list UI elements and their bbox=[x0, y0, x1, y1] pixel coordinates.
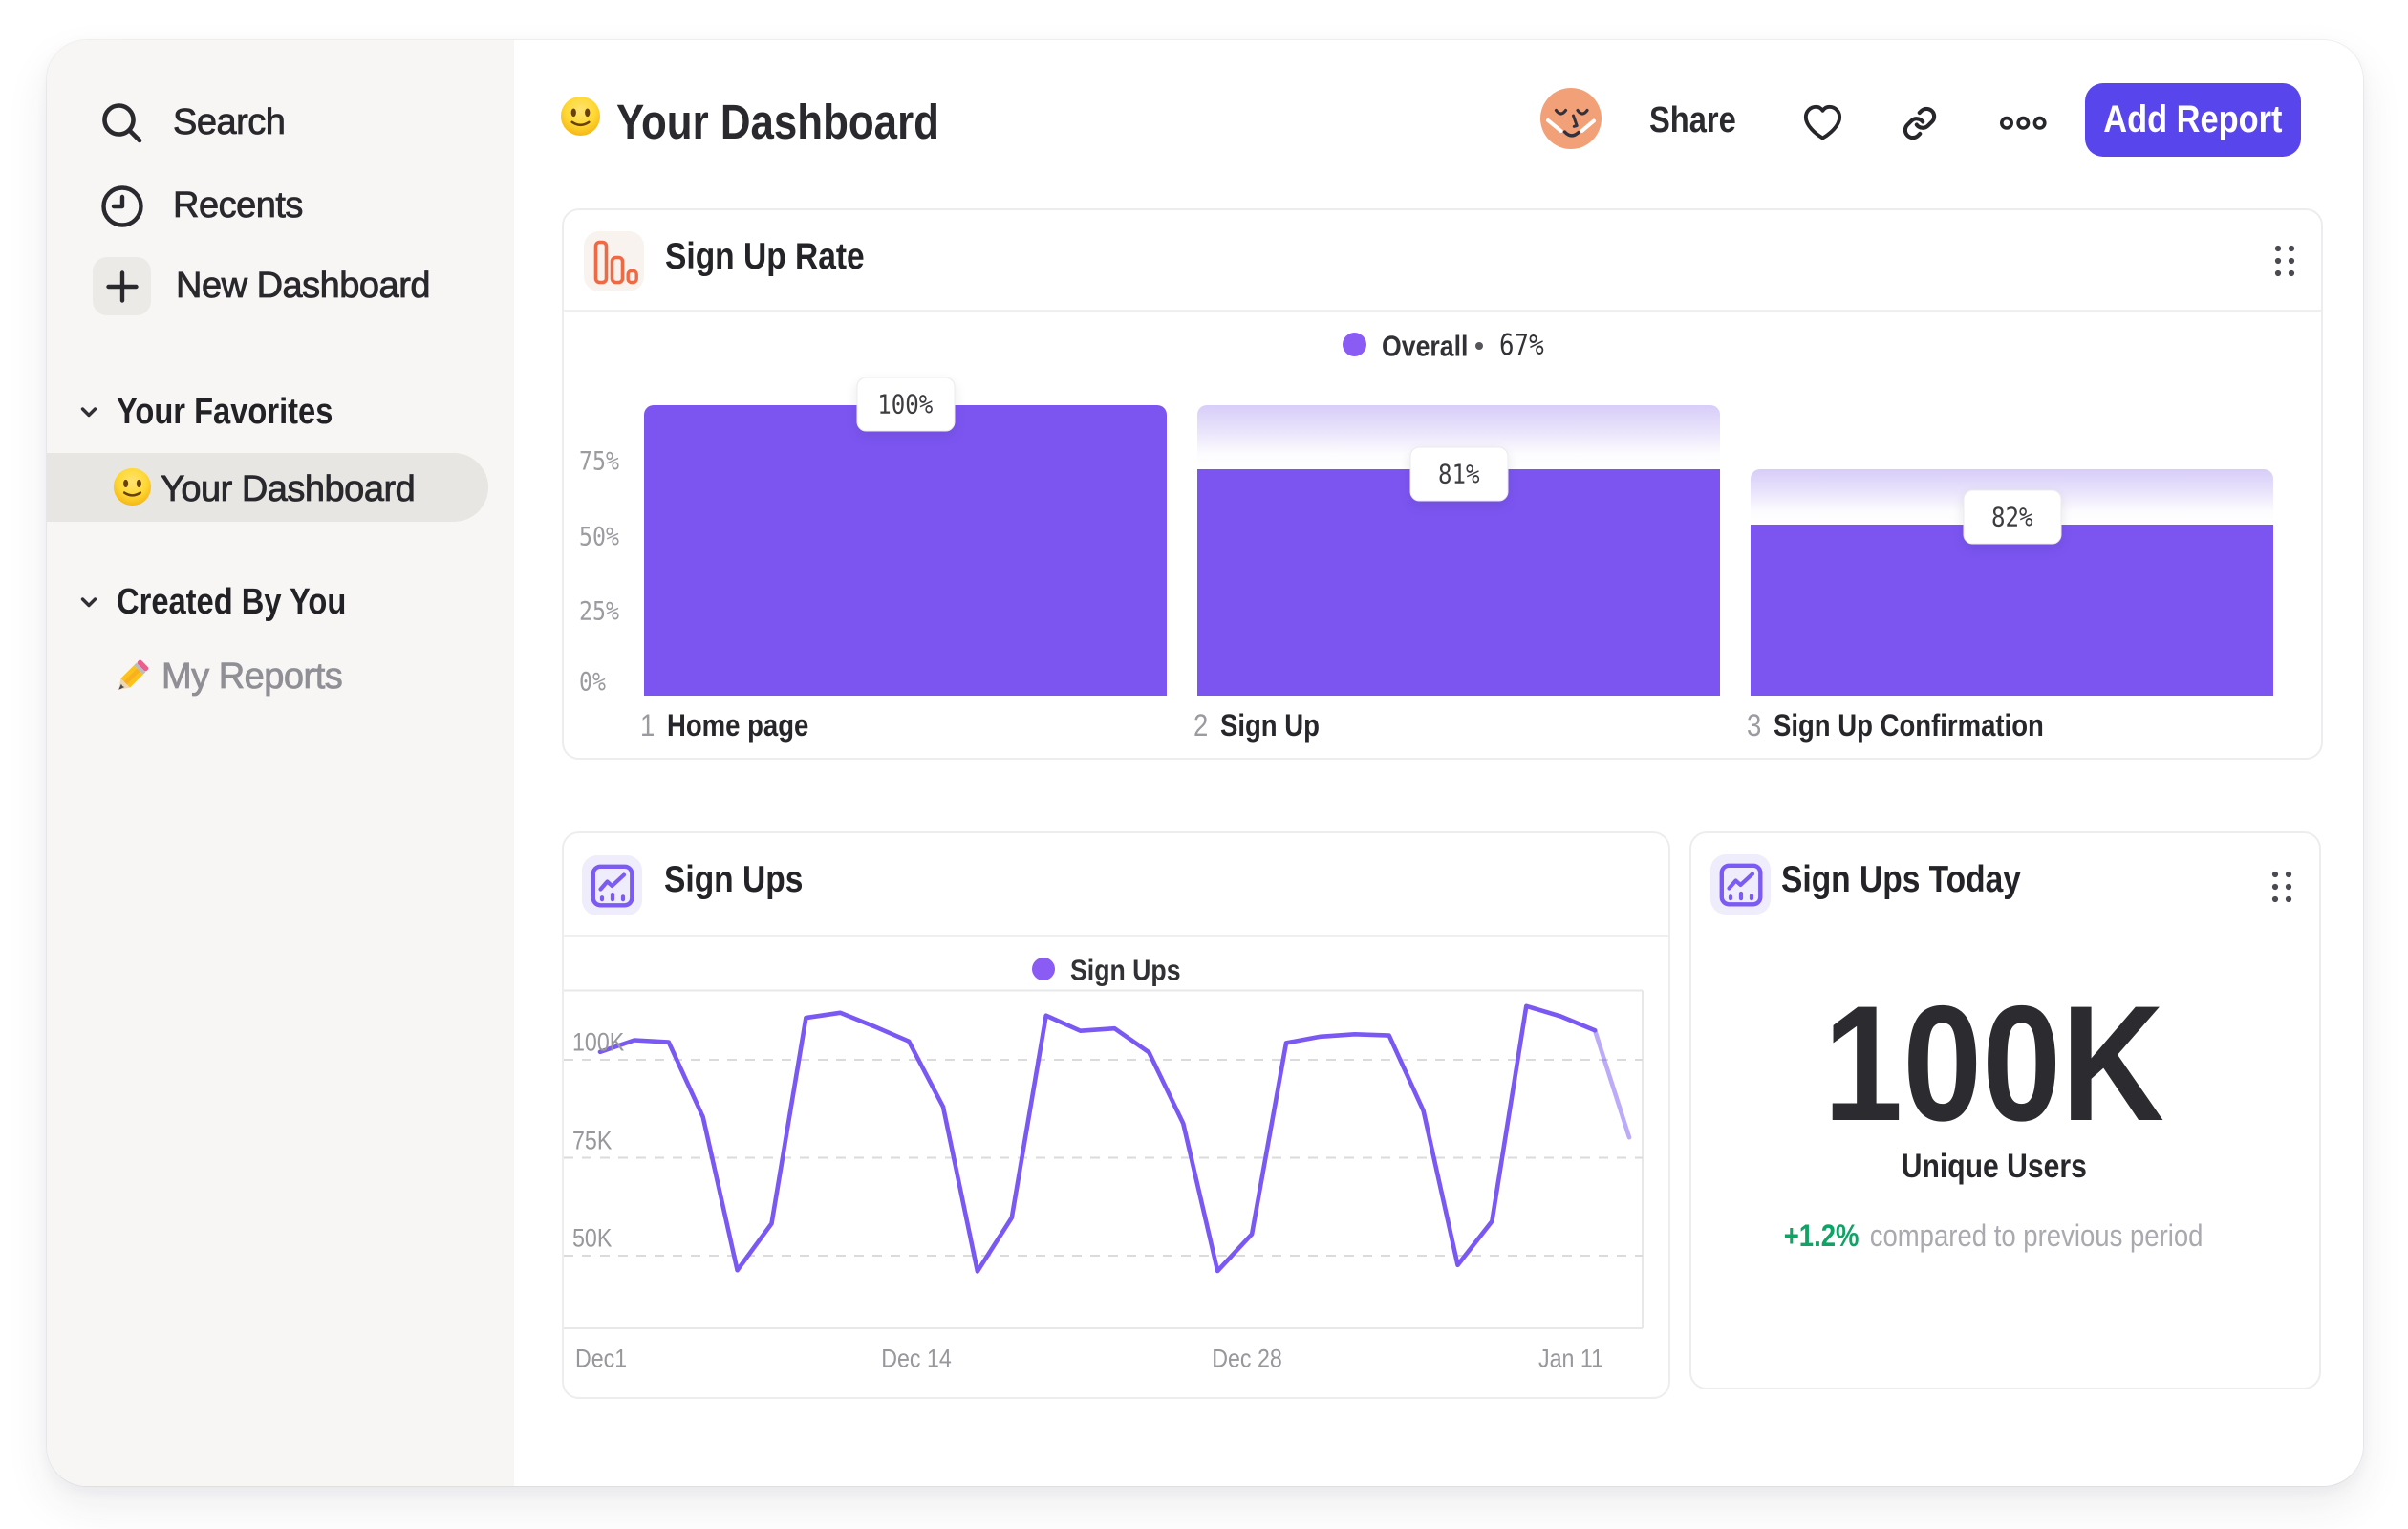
page-title: Your Dashboard bbox=[616, 95, 939, 149]
funnel-bar[interactable] bbox=[644, 405, 1167, 696]
line-xtick: Jan 11 bbox=[1537, 1344, 1603, 1373]
sidebar-item-search[interactable]: Search bbox=[93, 94, 287, 152]
funnel-bar[interactable] bbox=[1197, 469, 1720, 696]
section-label: Created By You bbox=[117, 581, 347, 622]
card-title: Sign Ups Today bbox=[1781, 859, 2021, 900]
funnel-bar[interactable] bbox=[1751, 525, 2273, 696]
stat-change-note: compared to previous period bbox=[1870, 1218, 2204, 1253]
sidebar-section-created-by-you[interactable]: Created By You bbox=[75, 581, 383, 623]
sidebar-item-label: New Dashboard bbox=[176, 266, 431, 307]
sidebar-item-recents[interactable]: Recents bbox=[93, 177, 304, 235]
bar-chart-icon bbox=[584, 231, 644, 291]
sidebar-item-new-dashboard[interactable]: New Dashboard bbox=[93, 257, 431, 315]
search-icon bbox=[93, 94, 151, 152]
drag-handle-icon[interactable] bbox=[2272, 243, 2297, 279]
add-report-button[interactable]: Add Report bbox=[2085, 83, 2301, 157]
chevron-down-icon bbox=[80, 597, 97, 608]
sidebar-item-label: My Reports bbox=[161, 656, 344, 697]
funnel-ytick: 75% bbox=[579, 446, 619, 477]
stat-label: Unique Users bbox=[1901, 1148, 2087, 1185]
sidebar-item-my-reports[interactable]: My Reports bbox=[110, 653, 344, 700]
section-label: Your Favorites bbox=[117, 391, 333, 432]
page-title-emoji bbox=[560, 96, 601, 137]
line-ytick: 75K bbox=[572, 1126, 613, 1154]
legend-value: 67% bbox=[1499, 328, 1544, 362]
line-ytick: 50K bbox=[572, 1223, 613, 1253]
funnel-bar-value: 82% bbox=[1963, 489, 2061, 545]
plus-icon bbox=[93, 257, 151, 315]
sidebar-item-label: Search bbox=[173, 102, 287, 143]
funnel-step-label: 1 Home page bbox=[640, 708, 809, 743]
chevron-down-icon bbox=[80, 407, 97, 418]
line-xtick: Dec 28 bbox=[1212, 1344, 1283, 1373]
drag-handle-icon[interactable] bbox=[2269, 869, 2294, 905]
line-xtick: Dec 14 bbox=[880, 1344, 952, 1373]
sign-up-rate-card: Sign Up Rate Overall 67% 0% 25% 50% 75% 100%… bbox=[562, 208, 2323, 760]
stat-change-row: +1.2% compared to previous period bbox=[1668, 1218, 2319, 1254]
sign-ups-card: Sign Ups Sign Ups 100K 75K 50K Dec1 Dec 14 De… bbox=[562, 831, 1670, 1399]
link-icon[interactable] bbox=[1902, 105, 1938, 141]
line-chart-canvas bbox=[564, 989, 1644, 1329]
slightly-smiling-face-emoji bbox=[113, 467, 152, 506]
legend-dot bbox=[1343, 333, 1366, 356]
line-ytick: 100K bbox=[572, 1027, 625, 1057]
sidebar-section-your-favorites[interactable]: Your Favorites bbox=[75, 391, 368, 433]
sidebar-item-label: Your Dashboard bbox=[161, 469, 417, 510]
funnel-ytick: 0% bbox=[579, 667, 606, 698]
funnel-bar-value: 81% bbox=[1409, 446, 1508, 502]
pencil-emoji bbox=[110, 655, 154, 699]
funnel-bar-value: 100% bbox=[856, 377, 955, 431]
avatar[interactable] bbox=[1540, 88, 1602, 149]
legend-label: Overall bbox=[1382, 329, 1469, 362]
legend-separator bbox=[1475, 342, 1483, 350]
heart-icon[interactable] bbox=[1802, 103, 1843, 142]
card-title: Sign Up Rate bbox=[665, 236, 865, 277]
funnel-step-label: 2 Sign Up bbox=[1193, 708, 1320, 743]
stat-value: 100K bbox=[1823, 972, 2164, 1155]
funnel-ytick: 50% bbox=[579, 522, 619, 552]
ellipsis-icon[interactable] bbox=[2000, 113, 2047, 134]
funnel-step-label: 3 Sign Up Confirmation bbox=[1747, 708, 2044, 743]
sidebar-item-your-dashboard[interactable]: Your Dashboard bbox=[47, 453, 488, 522]
funnel-ytick: 25% bbox=[579, 596, 619, 627]
line-xtick: Dec1 bbox=[575, 1344, 628, 1373]
line-chart-icon bbox=[1710, 854, 1771, 915]
stat-change: +1.2% bbox=[1784, 1218, 1860, 1253]
share-button[interactable]: Share bbox=[1649, 102, 1736, 139]
add-report-label: Add Report bbox=[2103, 98, 2283, 140]
clock-icon bbox=[93, 177, 151, 235]
card-header-divider bbox=[564, 310, 2321, 312]
sign-ups-today-card: Sign Ups Today 100K Unique Users +1.2% co… bbox=[1689, 831, 2321, 1389]
sidebar-item-label: Recents bbox=[173, 185, 304, 226]
